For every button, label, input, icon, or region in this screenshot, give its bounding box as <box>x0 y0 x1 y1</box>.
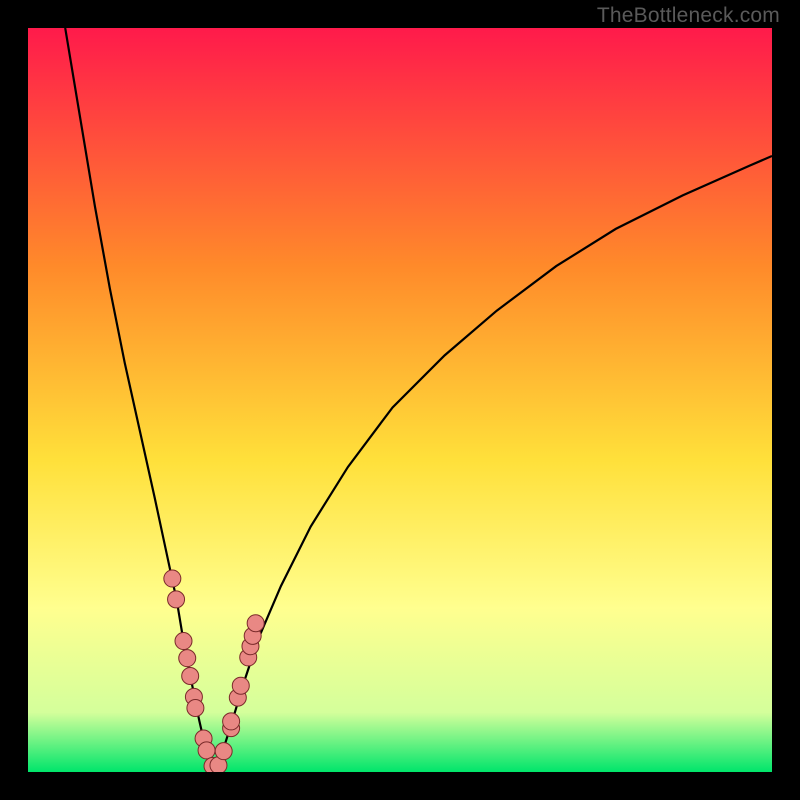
watermark-text: TheBottleneck.com <box>597 4 780 28</box>
data-point <box>232 677 249 694</box>
data-point <box>182 668 199 685</box>
data-point <box>175 633 192 650</box>
data-point <box>168 591 185 608</box>
data-point <box>187 700 204 717</box>
data-point <box>198 742 215 759</box>
data-point <box>223 713 240 730</box>
plot-area <box>28 28 772 772</box>
chart-frame: TheBottleneck.com <box>0 0 800 800</box>
data-point <box>164 570 181 587</box>
data-point <box>215 743 232 760</box>
chart-svg <box>28 28 772 772</box>
data-point <box>179 650 196 667</box>
data-point <box>247 615 264 632</box>
